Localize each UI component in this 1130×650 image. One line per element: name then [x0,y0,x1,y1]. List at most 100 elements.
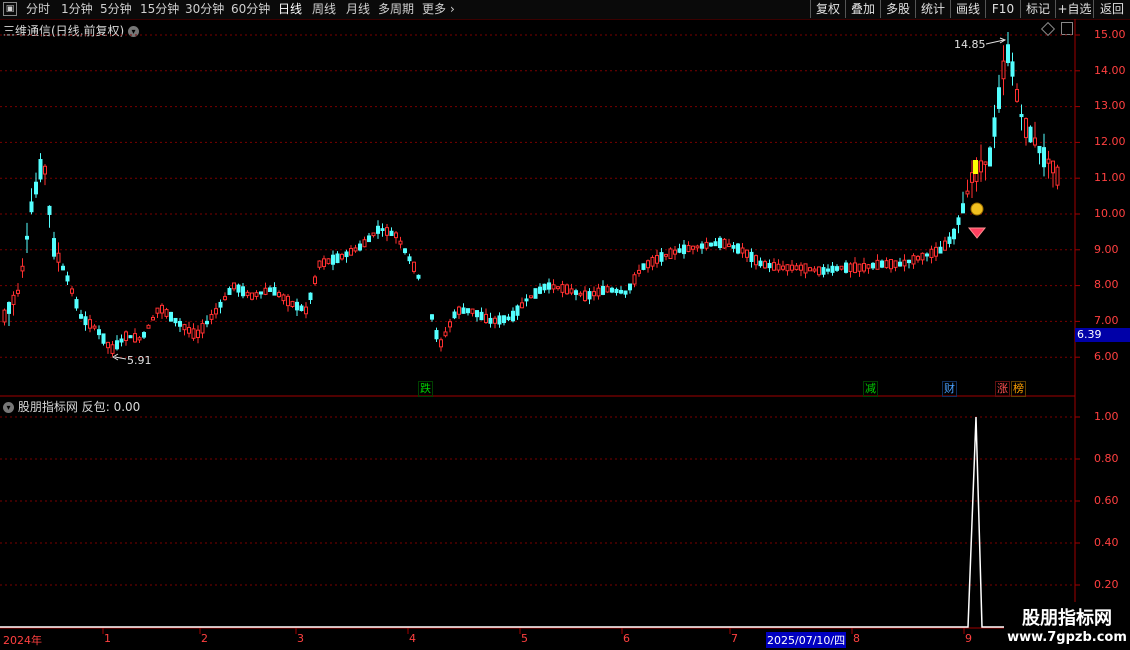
candle-up [1051,160,1055,174]
candle-up [763,261,767,269]
y-tick-6: 6.00 [1094,350,1119,363]
indicator-value: 0.00 [113,400,141,414]
candle-down [119,338,124,343]
candle-down [380,228,385,231]
candle-down [925,253,929,257]
candle-up [106,341,110,349]
kline-chart[interactable] [0,0,1130,650]
candle-down [268,287,272,292]
candle-down [1010,61,1015,77]
candle-up [164,309,169,317]
candle-up [191,328,196,339]
candle-down [308,292,313,301]
candle-up [592,291,596,297]
y-tick-11: 11.00 [1094,171,1126,184]
candle-up [970,172,974,183]
candle-down [524,298,529,302]
candle-up [304,306,308,315]
x-label-2024: 2024年 [3,634,42,647]
candle-up [362,239,367,248]
candle-down [38,159,43,180]
candle-up [412,261,416,272]
candle-down [821,267,826,275]
y-tick-7: 7.00 [1094,314,1119,327]
candle-down [479,311,484,321]
candle-up [911,255,916,265]
candle-up [817,266,821,276]
candle-up [862,263,866,272]
candle-down [835,266,839,271]
candle-down [619,289,623,294]
candle-down [259,291,263,295]
candle-up [893,260,898,268]
candle-up [187,326,191,334]
candle-down [142,332,146,338]
indicator-title: ▾ 股朋指标网 反包: 0.00 [3,398,140,415]
x-label-6: 6 [623,632,630,645]
candle-up [695,245,700,249]
candle-up [209,313,214,320]
candle-down [83,316,88,326]
candle-down [169,311,173,322]
candle-up [349,248,353,256]
candle-down [961,203,965,214]
candle-up [569,288,574,294]
candle-up [794,265,799,271]
candle-up [983,161,988,165]
candle-up [133,333,137,343]
candle-down [407,256,412,262]
ind-tick-1: 1.00 [1094,410,1119,423]
candle-up [232,282,236,290]
candle-down [403,248,407,254]
x-label-5: 5 [521,632,528,645]
candle-down [992,117,997,137]
y-tick-8: 8.00 [1094,278,1119,291]
candle-down [65,275,70,282]
candle-up [673,249,677,255]
candle-down [1028,126,1033,143]
candle-down [389,230,394,236]
candle-down [641,263,646,270]
candle-up [727,243,731,248]
candle-up [263,287,268,295]
signal-zhang: 涨 [995,381,1010,397]
candle-up [884,260,889,269]
candle-up [385,227,389,236]
candle-up [781,265,785,270]
candle-up [313,276,317,285]
candle-up [398,240,403,245]
candle-up [646,260,650,269]
candle-up [632,274,637,285]
candle-down [515,305,520,316]
candle-down [700,243,704,249]
chevron-down-icon[interactable]: ▾ [3,402,14,413]
candle-up [277,292,281,298]
candle-up [556,286,560,290]
signal-jian: 减 [863,381,878,397]
candle-down [628,283,632,291]
candle-down [497,315,502,325]
candle-up [808,267,812,272]
candle-up [70,288,74,294]
candle-up [691,245,695,250]
candle-down [367,235,371,243]
candle-down [115,340,119,350]
candle-up [857,263,862,272]
candle-down [538,286,542,294]
candle-up [11,294,16,305]
signal-cai: 财 [942,381,957,397]
candle-down [547,282,551,290]
candle-down [344,251,349,258]
candle-down [34,181,38,195]
ind-tick-02: 0.20 [1094,578,1119,591]
candle-down [1019,114,1024,118]
candle-up [43,165,47,175]
candle-down [947,236,952,244]
candle-down [236,284,241,293]
candle-down [1037,145,1042,154]
candle-up [124,331,128,342]
candle-down [610,287,614,293]
candle-up [799,264,803,271]
candle-up [704,241,709,249]
candle-up [979,160,983,173]
